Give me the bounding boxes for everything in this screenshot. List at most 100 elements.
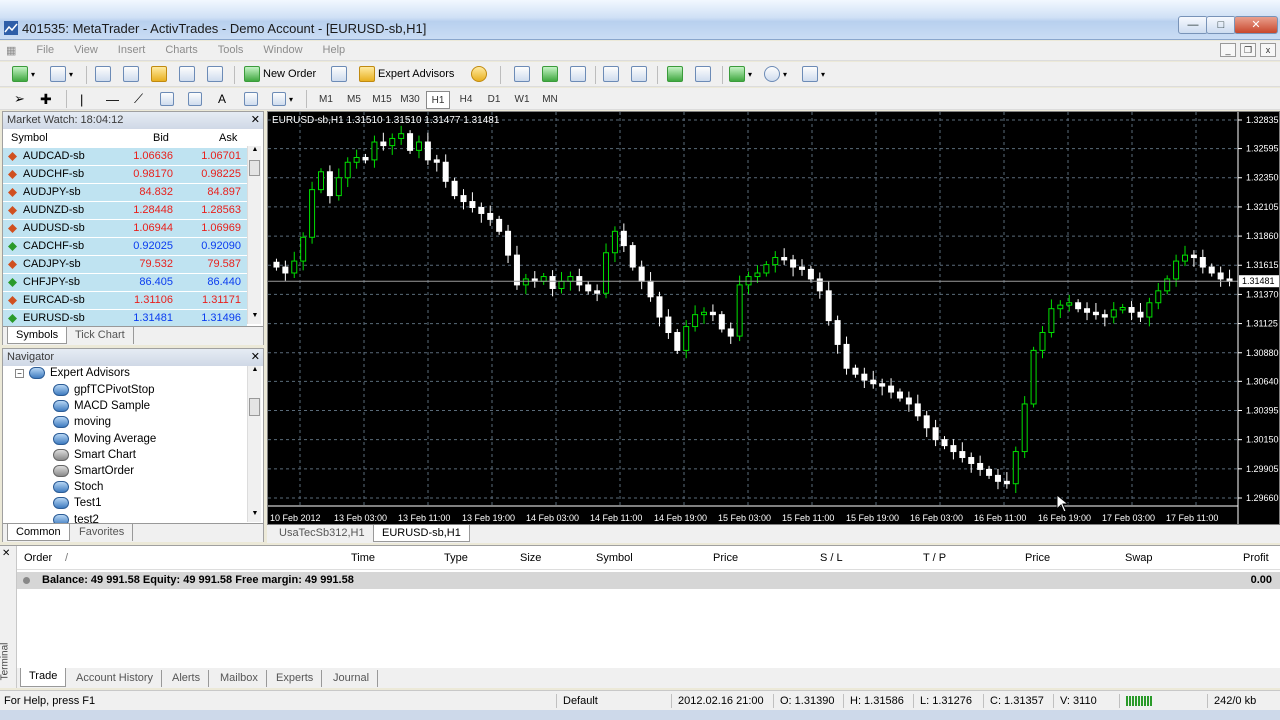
timeframe-m30[interactable]: M30 bbox=[398, 91, 422, 109]
scroll-down-icon[interactable]: ▼ bbox=[249, 312, 261, 324]
close-panel-icon[interactable]: ✕ bbox=[251, 113, 260, 126]
market-watch-row[interactable]: CADCHF-sb 0.92025 0.92090 bbox=[3, 238, 247, 256]
column-take-profit[interactable]: T / P bbox=[923, 552, 946, 564]
menu-help[interactable]: Help bbox=[313, 41, 356, 59]
column-price[interactable]: Price bbox=[713, 552, 738, 564]
scroll-thumb[interactable] bbox=[249, 398, 260, 416]
new-order-button[interactable]: New Order bbox=[244, 64, 316, 84]
timeframe-mn[interactable]: MN bbox=[538, 91, 562, 109]
horizontal-line-icon[interactable]: — bbox=[106, 89, 119, 109]
timeframe-w1[interactable]: W1 bbox=[510, 91, 534, 109]
expert-advisors-button[interactable]: Expert Advisors bbox=[359, 64, 454, 84]
text-tool-icon[interactable]: A bbox=[218, 89, 226, 109]
tab-mailbox[interactable]: Mailbox bbox=[212, 670, 267, 687]
mdi-close-button[interactable]: x bbox=[1260, 43, 1276, 57]
arrows-icon[interactable] bbox=[272, 92, 286, 106]
candlestick-chart[interactable]: 1.32835 1.32595 1.32350 1.32105 1.31860 1.316… bbox=[268, 112, 1279, 524]
strategy-tester-icon[interactable] bbox=[207, 66, 223, 82]
autotrading-warning-icon[interactable] bbox=[471, 66, 487, 82]
close-panel-icon[interactable]: ✕ bbox=[251, 350, 260, 363]
fibonacci-icon[interactable] bbox=[188, 92, 202, 106]
bar-chart-icon[interactable] bbox=[514, 66, 530, 82]
navigator-item[interactable]: gpfTCPivotStop bbox=[53, 382, 155, 398]
tab-journal[interactable]: Journal bbox=[325, 670, 379, 687]
column-bid[interactable]: Bid bbox=[153, 129, 169, 147]
column-symbol[interactable]: Symbol bbox=[596, 552, 633, 564]
market-watch-icon[interactable] bbox=[95, 66, 111, 82]
chart-window[interactable]: 1.32835 1.32595 1.32350 1.32105 1.31860 1.316… bbox=[267, 111, 1280, 525]
menu-charts[interactable]: Charts bbox=[155, 41, 207, 59]
column-order[interactable]: Order bbox=[24, 552, 52, 564]
column-current-price[interactable]: Price bbox=[1025, 552, 1050, 564]
market-watch-row[interactable]: AUDNZD-sb 1.28448 1.28563 bbox=[3, 202, 247, 220]
navigator-expert-advisors-folder[interactable]: − Expert Advisors bbox=[15, 365, 130, 381]
navigator-scrollbar[interactable]: ▲ ▼ bbox=[247, 366, 261, 522]
metaeditor-icon[interactable] bbox=[331, 66, 347, 82]
tab-trade[interactable]: Trade bbox=[20, 668, 67, 687]
mdi-minimize-button[interactable]: _ bbox=[1220, 43, 1236, 57]
navigator-item[interactable]: SmartOrder bbox=[53, 463, 134, 479]
auto-scroll-icon[interactable] bbox=[667, 66, 683, 82]
column-swap[interactable]: Swap bbox=[1125, 552, 1153, 564]
chart-tab-eurusd[interactable]: EURUSD-sb,H1 bbox=[373, 525, 470, 542]
market-watch-row[interactable]: AUDJPY-sb 84.832 84.897 bbox=[3, 184, 247, 202]
profiles-icon[interactable] bbox=[50, 66, 66, 82]
column-ask[interactable]: Ask bbox=[219, 129, 237, 147]
tab-account-history[interactable]: Account History bbox=[68, 670, 163, 687]
column-type[interactable]: Type bbox=[444, 552, 468, 564]
maximize-button[interactable]: □ bbox=[1206, 16, 1236, 34]
periods-clock-icon[interactable] bbox=[764, 66, 780, 82]
column-stop-loss[interactable]: S / L bbox=[820, 552, 843, 564]
scroll-up-icon[interactable]: ▲ bbox=[249, 366, 261, 378]
crosshair-tool-icon[interactable]: ✚ bbox=[40, 89, 52, 109]
menu-file[interactable]: File bbox=[26, 41, 64, 59]
menu-window[interactable]: Window bbox=[253, 41, 312, 59]
close-window-button[interactable]: ✕ bbox=[1234, 16, 1278, 34]
chart-tab-usatecsb312[interactable]: UsaTecSb312,H1 bbox=[271, 525, 374, 542]
tab-experts[interactable]: Experts bbox=[268, 670, 323, 687]
column-size[interactable]: Size bbox=[520, 552, 541, 564]
column-time[interactable]: Time bbox=[351, 552, 375, 564]
candlestick-chart-icon[interactable] bbox=[542, 66, 558, 82]
navigator-item[interactable]: Stoch bbox=[53, 479, 103, 495]
tab-favorites[interactable]: Favorites bbox=[71, 524, 134, 541]
indicators-icon[interactable] bbox=[729, 66, 745, 82]
line-chart-icon[interactable] bbox=[570, 66, 586, 82]
scroll-up-icon[interactable]: ▲ bbox=[249, 146, 261, 158]
timeframe-m15[interactable]: M15 bbox=[370, 91, 394, 109]
scroll-down-icon[interactable]: ▼ bbox=[249, 510, 261, 522]
trendline-icon[interactable]: ⟋ bbox=[134, 89, 143, 109]
status-profile[interactable]: Default bbox=[556, 694, 598, 708]
text-label-icon[interactable] bbox=[244, 92, 258, 106]
terminal-icon[interactable] bbox=[179, 66, 195, 82]
column-symbol[interactable]: Symbol bbox=[11, 129, 48, 147]
tab-tick-chart[interactable]: Tick Chart bbox=[67, 327, 134, 344]
market-watch-row[interactable]: AUDUSD-sb 1.06944 1.06969 bbox=[3, 220, 247, 238]
menu-insert[interactable]: Insert bbox=[108, 41, 156, 59]
market-watch-row[interactable]: CHFJPY-sb 86.405 86.440 bbox=[3, 274, 247, 292]
vertical-line-icon[interactable]: | bbox=[80, 89, 83, 109]
menu-tools[interactable]: Tools bbox=[208, 41, 254, 59]
market-watch-row[interactable]: AUDCHF-sb 0.98170 0.98225 bbox=[3, 166, 247, 184]
menu-view[interactable]: View bbox=[64, 41, 108, 59]
timeframe-h1[interactable]: H1 bbox=[426, 91, 450, 109]
chart-shift-icon[interactable] bbox=[695, 66, 711, 82]
timeframe-m5[interactable]: M5 bbox=[342, 91, 366, 109]
scroll-thumb[interactable] bbox=[249, 160, 260, 176]
navigator-item[interactable]: MACD Sample bbox=[53, 398, 150, 414]
navigator-item[interactable]: Smart Chart bbox=[53, 447, 136, 463]
navigator-item[interactable]: Moving Average bbox=[53, 431, 156, 447]
navigator-item[interactable]: Test1 bbox=[53, 495, 102, 511]
market-watch-scrollbar[interactable]: ▲ ▼ bbox=[247, 146, 261, 324]
minimize-button[interactable]: — bbox=[1178, 16, 1208, 34]
close-terminal-icon[interactable]: ✕ bbox=[2, 548, 10, 559]
market-watch-row[interactable]: AUDCAD-sb 1.06636 1.06701 bbox=[3, 148, 247, 166]
tab-alerts[interactable]: Alerts bbox=[164, 670, 210, 687]
market-watch-row[interactable]: EURCAD-sb 1.31106 1.31171 bbox=[3, 292, 247, 310]
zoom-out-icon[interactable] bbox=[631, 66, 647, 82]
timeframe-m1[interactable]: M1 bbox=[314, 91, 338, 109]
tab-common[interactable]: Common bbox=[7, 524, 70, 541]
cursor-tool-icon[interactable]: ➢ bbox=[14, 89, 25, 109]
new-chart-icon[interactable] bbox=[12, 66, 28, 82]
navigator-item[interactable]: moving bbox=[53, 414, 111, 430]
